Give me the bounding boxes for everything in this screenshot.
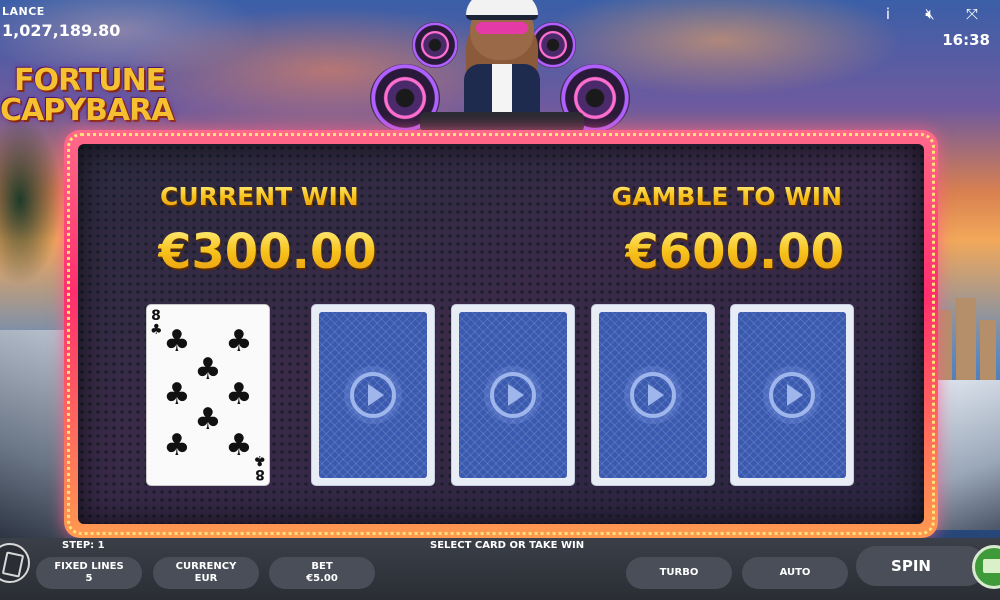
dj-deck xyxy=(420,112,584,132)
auto-label: AUTO xyxy=(779,567,811,578)
face-down-card-2[interactable] xyxy=(451,304,575,486)
club-icon: ♣ xyxy=(253,452,266,468)
card-back-emblem-icon xyxy=(769,372,815,418)
speaker-icon xyxy=(412,22,458,68)
mute-icon[interactable]: 🔇︎ xyxy=(920,5,940,23)
yacht-right xyxy=(930,380,1000,530)
instruction-label: SELECT CARD OR TAKE WIN xyxy=(430,540,585,551)
card-back-emblem-icon xyxy=(350,372,396,418)
currency-label: CURRENCY xyxy=(175,561,237,572)
fullscreen-icon[interactable]: ⤧ xyxy=(962,5,982,23)
club-icon: ♣ xyxy=(163,324,191,359)
club-icon: ♣ xyxy=(194,402,222,437)
spin-label: SPIN xyxy=(891,557,931,575)
capybara-dj-mascot xyxy=(370,0,632,132)
card-rank: 8 xyxy=(255,466,265,482)
face-down-card-1[interactable] xyxy=(311,304,435,486)
gamble-to-win-label: GAMBLE TO WIN xyxy=(611,182,842,211)
fixed-lines-value: 5 xyxy=(85,573,93,584)
sunglasses-icon xyxy=(476,22,528,34)
capybara-shirt xyxy=(492,64,512,118)
card-corner-top: 8 ♣ xyxy=(150,308,163,338)
hud-icons: i 🔇︎ ⤧ xyxy=(878,5,982,23)
logo-line-2: CAPYBARA xyxy=(0,93,174,128)
step-label: STEP: 1 xyxy=(62,540,105,551)
gamble-panel: CURRENT WIN GAMBLE TO WIN €300.00 €600.0… xyxy=(78,144,924,524)
club-icon: ♣ xyxy=(194,352,222,387)
gamble-to-win-value: €600.00 xyxy=(625,224,844,280)
dealer-card: 8 ♣ ♣ ♣ ♣ ♣ ♣ ♣ ♣ ♣ 8 ♣ xyxy=(146,304,270,486)
current-win-value: €300.00 xyxy=(158,224,377,280)
game-logo: FORTUNE CAPYBARA xyxy=(0,66,190,126)
turbo-button[interactable]: TURBO xyxy=(626,557,732,589)
auto-button[interactable]: AUTO xyxy=(742,557,848,589)
logo-line-1: FORTUNE xyxy=(14,63,166,98)
card-row: 8 ♣ ♣ ♣ ♣ ♣ ♣ ♣ ♣ ♣ 8 ♣ xyxy=(146,304,866,488)
currency-value: EUR xyxy=(194,573,218,584)
spin-button[interactable]: SPIN xyxy=(856,546,986,586)
club-icon: ♣ xyxy=(150,322,163,338)
gamble-frame: CURRENT WIN GAMBLE TO WIN €300.00 €600.0… xyxy=(64,130,938,538)
card-rank: 8 xyxy=(151,308,161,324)
fixed-lines-label: FIXED LINES xyxy=(54,561,124,572)
current-win-label: CURRENT WIN xyxy=(160,182,359,211)
yacht-left xyxy=(0,330,70,540)
face-down-card-4[interactable] xyxy=(730,304,854,486)
info-icon[interactable]: i xyxy=(878,5,898,23)
club-icon: ♣ xyxy=(225,377,253,412)
balance-value: 1,027,189.80 xyxy=(2,21,121,40)
bet-button[interactable]: BET €5.00 xyxy=(269,557,375,589)
bet-value: €5.00 xyxy=(306,573,338,584)
fixed-lines-display: FIXED LINES 5 xyxy=(36,557,142,589)
card-back-emblem-icon xyxy=(630,372,676,418)
clock: 16:38 xyxy=(942,31,990,49)
turbo-label: TURBO xyxy=(659,567,699,578)
club-icon: ♣ xyxy=(225,428,253,463)
club-icon: ♣ xyxy=(225,324,253,359)
card-corner-bottom: 8 ♣ xyxy=(253,452,266,482)
face-down-card-3[interactable] xyxy=(591,304,715,486)
club-icon: ♣ xyxy=(163,377,191,412)
bet-label: BET xyxy=(311,561,333,572)
currency-button[interactable]: CURRENCY EUR xyxy=(153,557,259,589)
captain-hat-icon xyxy=(466,0,538,20)
card-back-emblem-icon xyxy=(490,372,536,418)
club-icon: ♣ xyxy=(163,428,191,463)
balance-label: LANCE xyxy=(2,5,45,18)
